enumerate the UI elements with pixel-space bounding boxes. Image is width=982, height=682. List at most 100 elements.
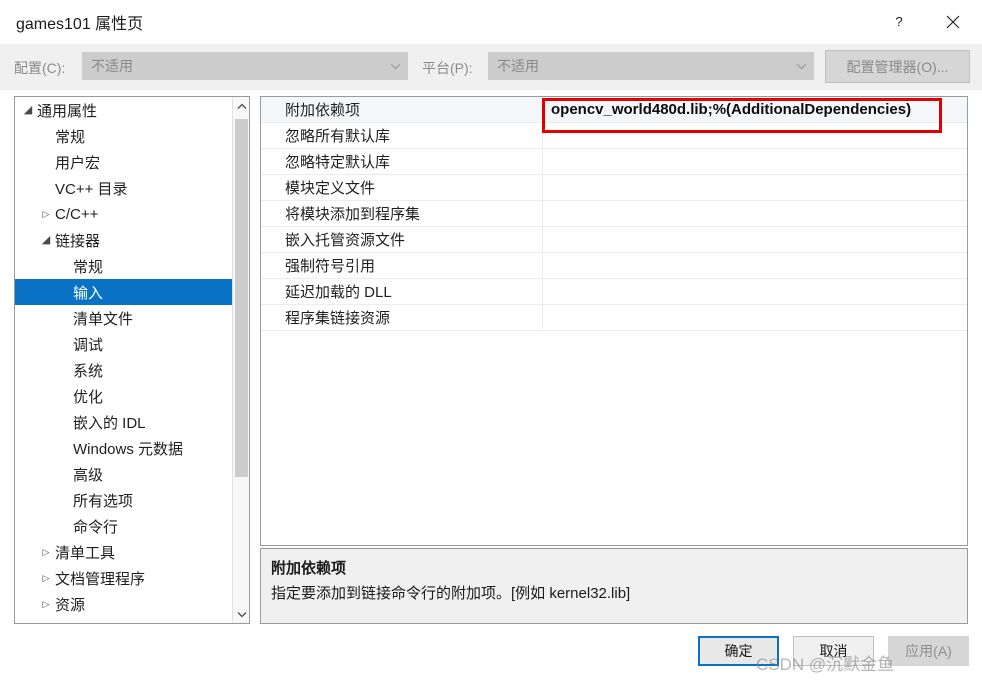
property-row[interactable]: 程序集链接资源 [261, 305, 967, 331]
triangle-collapsed-icon[interactable]: ▷ [39, 599, 53, 609]
tree-item-label: 优化 [73, 388, 104, 406]
ok-button[interactable]: 确定 [698, 636, 779, 666]
property-row[interactable]: 将模块添加到程序集 [261, 201, 967, 227]
tree-item-3[interactable]: VC++ 目录 [15, 175, 233, 201]
tree-item-label: 高级 [73, 466, 104, 484]
tree-item-9[interactable]: 调试 [15, 331, 233, 357]
tree-item-0[interactable]: ◢ 通用属性 [15, 97, 233, 123]
close-icon [946, 15, 960, 29]
scrollbar-thumb[interactable] [235, 119, 248, 477]
chevron-up-icon[interactable] [233, 97, 249, 115]
property-tree[interactable]: ◢ 通用属性 常规 用户宏 VC++ 目录 ▷ C/C++ ◢ 链接器 常规 输入 清单文件 调试 系统优… [14, 96, 250, 624]
tree-item-label: 输入 [73, 284, 104, 302]
property-value[interactable]: opencv_world480d.lib;%(AdditionalDepende… [542, 97, 967, 122]
tree-item-8[interactable]: 清单文件 [15, 305, 233, 331]
property-value[interactable] [542, 123, 967, 148]
tree-item-19[interactable]: ▷ 资源 [15, 591, 233, 617]
tree-item-17[interactable]: ▷ 清单工具 [15, 539, 233, 565]
tree-item-1[interactable]: 常规 [15, 123, 233, 149]
apply-button: 应用(A) [888, 636, 969, 666]
platform-select[interactable]: 不适用 [488, 52, 814, 80]
chevron-down-icon [789, 63, 813, 70]
tree-item-label: 所有选项 [73, 492, 134, 510]
property-row[interactable]: 附加依赖项 opencv_world480d.lib;%(AdditionalDe… [261, 97, 967, 123]
tree-item-label: 清单文件 [73, 310, 134, 328]
triangle-collapsed-icon[interactable]: ▷ [39, 209, 53, 219]
description-body: 指定要添加到链接命令行的附加项。[例如 kernel32.lib] [271, 585, 631, 602]
tree-item-label: VC++ 目录 [55, 180, 128, 198]
tree-item-label: 用户宏 [55, 154, 101, 172]
tree-item-label: MIDL [53, 622, 91, 624]
property-value[interactable] [542, 279, 967, 304]
tree-item-label: 资源 [55, 596, 86, 614]
triangle-expanded-icon[interactable]: ◢ [21, 104, 35, 116]
tree-item-18[interactable]: ▷ 文档管理程序 [15, 565, 233, 591]
tree-item-label: 系统 [73, 362, 104, 380]
property-tree-list: ◢ 通用属性 常规 用户宏 VC++ 目录 ▷ C/C++ ◢ 链接器 常规 输入 清单文件 调试 系统优… [15, 97, 233, 624]
tree-item-label: 命令行 [73, 518, 119, 536]
description-panel: 附加依赖项 指定要添加到链接命令行的附加项。[例如 kernel32.lib] [260, 548, 968, 624]
property-name: 忽略特定默认库 [285, 154, 391, 171]
description-title: 附加依赖项 [271, 560, 347, 577]
property-grid[interactable]: 附加依赖项 opencv_world480d.lib;%(AdditionalDe… [260, 96, 968, 546]
tree-item-15[interactable]: 所有选项 [15, 487, 233, 513]
property-name: 延迟加载的 DLL [285, 284, 392, 301]
chevron-down-icon [383, 63, 407, 70]
tree-item-16[interactable]: 命令行 [15, 513, 233, 539]
platform-value: 不适用 [497, 58, 539, 74]
tree-item-label: 通用属性 [37, 102, 98, 120]
tree-item-label: 文档管理程序 [55, 570, 146, 588]
tree-scrollbar[interactable] [232, 97, 249, 623]
triangle-collapsed-icon[interactable]: ▷ [39, 573, 53, 583]
configuration-value: 不适用 [91, 58, 133, 74]
property-name: 将模块添加到程序集 [285, 206, 421, 223]
triangle-collapsed-icon[interactable]: ▷ [39, 547, 53, 557]
tree-item-5[interactable]: ◢ 链接器 [15, 227, 233, 253]
tree-item-12[interactable]: 嵌入的 IDL [15, 409, 233, 435]
tree-item-label: 嵌入的 IDL [73, 414, 146, 432]
tree-item-label: 清单工具 [55, 544, 116, 562]
tree-item-label: 常规 [73, 258, 104, 276]
property-row[interactable]: 模块定义文件 [261, 175, 967, 201]
cancel-button[interactable]: 取消 [793, 636, 874, 666]
tree-item-20[interactable]: ▷MIDL [15, 617, 233, 624]
tree-item-2[interactable]: 用户宏 [15, 149, 233, 175]
property-value[interactable] [542, 149, 967, 174]
property-value[interactable] [542, 175, 967, 200]
platform-label: 平台(P): [422, 60, 473, 76]
triangle-expanded-icon[interactable]: ◢ [39, 234, 53, 246]
tree-item-11[interactable]: 优化 [15, 383, 233, 409]
configuration-label: 配置(C): [14, 60, 66, 76]
help-button[interactable]: ? [876, 0, 922, 44]
tree-item-label: 调试 [73, 336, 104, 354]
tree-item-13[interactable]: Windows 元数据 [15, 435, 233, 461]
property-row[interactable]: 忽略所有默认库 [261, 123, 967, 149]
property-name: 强制符号引用 [285, 258, 376, 275]
property-row[interactable]: 延迟加载的 DLL [261, 279, 967, 305]
tree-item-14[interactable]: 高级 [15, 461, 233, 487]
configuration-manager-button[interactable]: 配置管理器(O)... [825, 50, 970, 83]
window-title: games101 属性页 [16, 16, 144, 33]
close-button[interactable] [930, 0, 976, 44]
configuration-select[interactable]: 不适用 [82, 52, 408, 80]
property-name: 嵌入托管资源文件 [285, 232, 406, 249]
tree-item-7[interactable]: 输入 [15, 279, 233, 305]
chevron-down-icon[interactable] [233, 605, 249, 623]
tree-item-6[interactable]: 常规 [15, 253, 233, 279]
property-value[interactable] [542, 253, 967, 278]
tree-item-label: Windows 元数据 [73, 440, 184, 458]
tree-item-4[interactable]: ▷ C/C++ [15, 201, 233, 227]
svg-text:?: ? [895, 14, 902, 29]
property-row[interactable]: 强制符号引用 [261, 253, 967, 279]
property-row[interactable]: 嵌入托管资源文件 [261, 227, 967, 253]
property-row[interactable]: 忽略特定默认库 [261, 149, 967, 175]
property-name: 模块定义文件 [285, 180, 376, 197]
property-value[interactable] [542, 201, 967, 226]
property-value[interactable] [542, 227, 967, 252]
property-value[interactable] [542, 305, 967, 330]
tree-item-label: C/C++ [55, 205, 99, 223]
question-mark-icon: ? [895, 14, 902, 29]
tree-item-10[interactable]: 系统 [15, 357, 233, 383]
property-name: 程序集链接资源 [285, 310, 391, 327]
property-name: 附加依赖项 [285, 102, 361, 119]
